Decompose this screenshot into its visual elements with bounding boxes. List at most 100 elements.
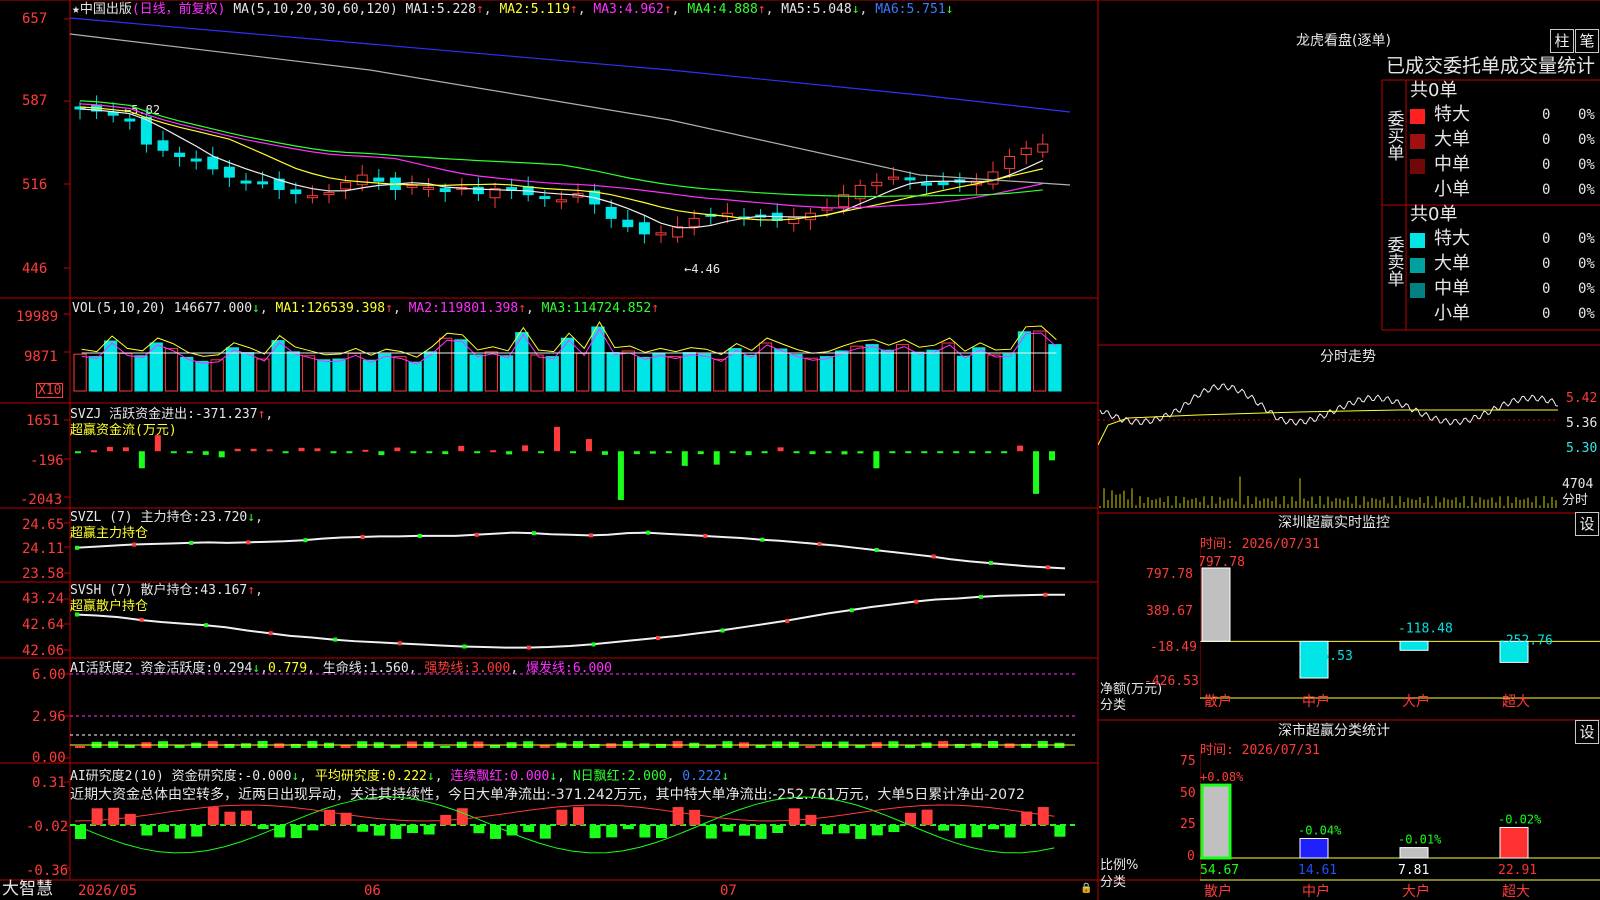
classify-chart[interactable]: +0.08% 54.67 散户 -0.04% 14.61 中户 -0.01% 7.81 大户 -0… xyxy=(1200,750,1600,900)
vol-bar-11 xyxy=(241,352,255,392)
research-bar-7 xyxy=(191,825,203,837)
active-bar-54 xyxy=(971,743,982,748)
ai-active-chart[interactable] xyxy=(70,660,1080,760)
tick-mode-button[interactable]: 笔 xyxy=(1575,29,1599,53)
vol-bar-6 xyxy=(164,348,179,392)
sell-row-pct-0: 0% xyxy=(1578,231,1595,247)
flow-bar-0 xyxy=(75,451,81,454)
classify-change-3: -0.02% xyxy=(1498,812,1542,826)
ai-research-chart[interactable] xyxy=(70,768,1080,880)
research-bar-23 xyxy=(456,808,468,825)
intraday-avg-line xyxy=(1098,409,1558,446)
brand-label: 大智慧 xyxy=(2,879,53,899)
vol-bar-60 xyxy=(987,354,1001,392)
research-bar-24 xyxy=(473,825,485,834)
research-bar-27 xyxy=(523,825,535,832)
flow-bar-5 xyxy=(154,435,161,452)
research-bar-9 xyxy=(224,811,236,825)
classify-ylabel: 比例% xyxy=(1100,858,1139,873)
bar-mode-button[interactable]: 柱 xyxy=(1550,29,1574,53)
retail-holding-line-mark-33 xyxy=(785,618,790,623)
vol-bar-29 xyxy=(515,332,529,392)
flow-bar-1 xyxy=(90,450,97,453)
flow-bar-35 xyxy=(633,451,640,455)
volume-chart[interactable] xyxy=(70,303,1080,395)
vol-bar-21 xyxy=(393,356,407,392)
main-holding-chart[interactable] xyxy=(70,512,1080,582)
retail-holding-line-mark-42 xyxy=(978,594,983,599)
sell-row-pct-3: 0% xyxy=(1578,306,1595,322)
buy-row-count-3: 0 xyxy=(1542,182,1551,198)
flow-bar-39 xyxy=(697,451,704,455)
research-bar-35 xyxy=(656,825,667,839)
main-holding-line-mark-6 xyxy=(189,540,194,545)
monitor-settings-button[interactable]: 设 xyxy=(1575,512,1599,536)
buy-swatch-1 xyxy=(1410,134,1425,149)
vol-bar-18 xyxy=(347,352,361,392)
candle-body-35 xyxy=(655,232,667,236)
flow-bar-44 xyxy=(777,447,784,452)
research-bar-1 xyxy=(91,808,103,825)
research-bar-4 xyxy=(141,825,153,836)
sell-row-label-1: 大单 xyxy=(1434,253,1470,274)
flow-bar-22 xyxy=(426,451,433,454)
flow-bar-26 xyxy=(490,450,497,453)
flow-bar-52 xyxy=(905,451,912,454)
flow-bar-9 xyxy=(218,451,225,458)
research-bar-39 xyxy=(722,825,734,832)
buy-row-pct-2: 0% xyxy=(1578,157,1595,173)
main-holding-line-mark-3 xyxy=(132,542,137,547)
research-bar-46 xyxy=(838,825,850,834)
buy-row-count-1: 0 xyxy=(1542,132,1551,148)
active-bar-19 xyxy=(390,745,401,748)
flow-bar-46 xyxy=(809,451,816,455)
candle-body-17 xyxy=(356,174,368,186)
active-bar-56 xyxy=(1004,743,1015,748)
vol-bar-24 xyxy=(439,337,453,392)
capital-flow-chart[interactable] xyxy=(70,405,1080,505)
flow-bar-58 xyxy=(1001,451,1008,454)
candle-body-21 xyxy=(423,186,435,190)
flow-bar-60 xyxy=(1033,451,1040,494)
vol-bar-38 xyxy=(652,352,666,392)
svzl-y-tick-1: 24.11 xyxy=(22,541,65,557)
classify-settings-button[interactable]: 设 xyxy=(1575,720,1599,744)
dragon-title: 龙虎看盘(逐单) xyxy=(1296,33,1391,49)
dragon-tab-header[interactable]: 已成交委托单成交量统计 xyxy=(1386,57,1595,76)
sell-swatch-0 xyxy=(1410,233,1425,248)
vol-bar-39 xyxy=(667,356,681,392)
monitor-chart[interactable]: 797.78 散户 -426.53 中户 -118.48 大户 -252.76 超大 xyxy=(1200,548,1600,708)
vol-bar-63 xyxy=(1033,330,1047,392)
flow-bar-14 xyxy=(298,447,305,452)
classify-category-2: 大户 xyxy=(1402,883,1430,900)
candlestick-chart[interactable] xyxy=(70,0,1080,290)
retail-holding-line-mark-21 xyxy=(526,645,531,650)
classify-category-1: 中户 xyxy=(1302,883,1330,900)
vol-bar-14 xyxy=(286,351,300,392)
vol-bar-57 xyxy=(941,342,955,392)
lock-icon[interactable]: 🔒 xyxy=(1080,884,1092,894)
flow-bar-29 xyxy=(538,451,545,454)
retail-holding-chart[interactable] xyxy=(70,585,1080,660)
intraday-chart[interactable] xyxy=(1098,370,1558,510)
research-bar-51 xyxy=(921,809,933,825)
flow-bar-56 xyxy=(969,451,976,454)
classify-value-2: 7.81 xyxy=(1398,863,1429,878)
research-bar-32 xyxy=(606,825,618,838)
flow-bar-12 xyxy=(266,449,273,452)
flow-bar-38 xyxy=(681,451,688,466)
flow-bar-8 xyxy=(202,451,209,455)
vol-bar-27 xyxy=(484,351,498,392)
flow-bar-37 xyxy=(665,451,672,454)
main-y-tick-3: 446 xyxy=(22,261,48,277)
flow-bar-16 xyxy=(330,451,337,454)
flow-bar-10 xyxy=(234,448,241,452)
classify-bar-3 xyxy=(1499,826,1529,859)
flow-bar-53 xyxy=(921,451,928,454)
vol-unit-button[interactable]: X10 xyxy=(36,383,64,398)
vol-bar-48 xyxy=(804,357,818,392)
flow-bar-40 xyxy=(713,451,720,465)
sell-swatch-1 xyxy=(1410,258,1425,273)
flow-bar-59 xyxy=(1017,445,1024,452)
research-y-tick-2: -0.36 xyxy=(26,863,69,879)
